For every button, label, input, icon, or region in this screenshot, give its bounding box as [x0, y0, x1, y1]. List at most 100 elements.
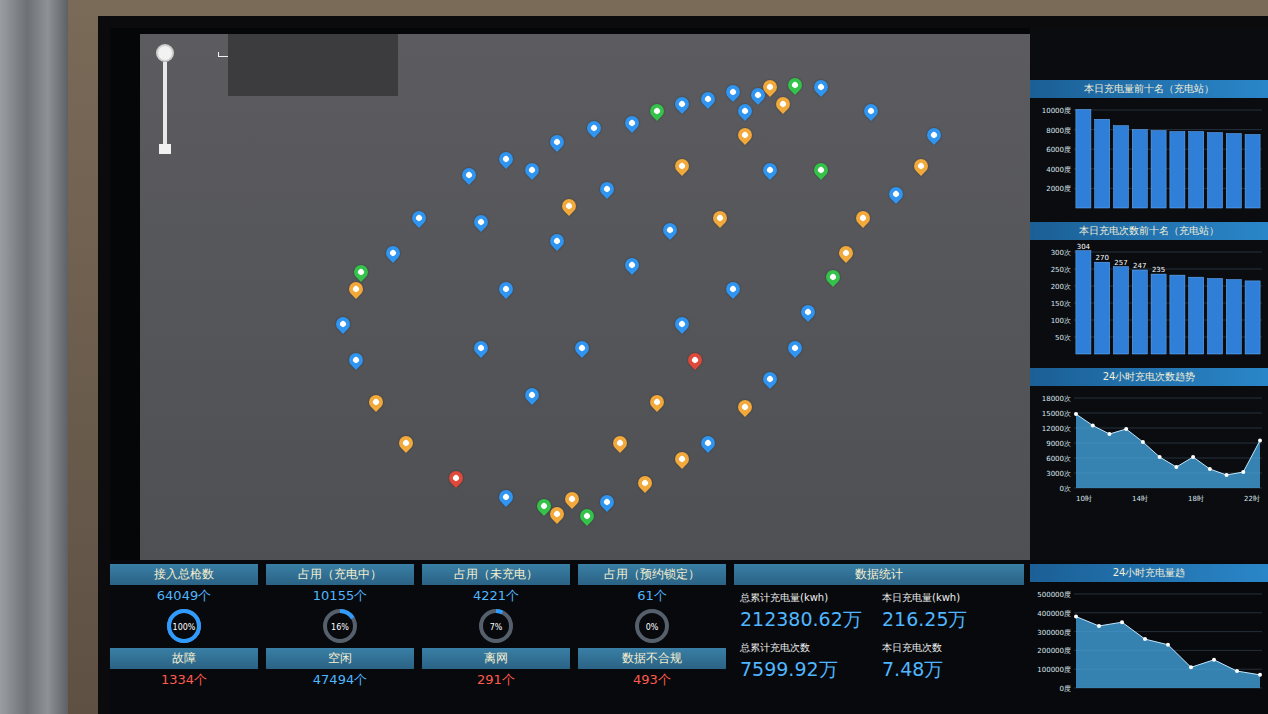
- chart-bar[interactable]: [1132, 270, 1147, 354]
- chart-point[interactable]: [1107, 432, 1111, 436]
- map-pin[interactable]: [562, 489, 582, 509]
- chart-point[interactable]: [1241, 470, 1245, 474]
- map-pin[interactable]: [773, 94, 793, 114]
- map-pin[interactable]: [522, 385, 542, 405]
- chart-bar[interactable]: [1076, 109, 1091, 208]
- chart-point[interactable]: [1091, 424, 1095, 428]
- chart-bar[interactable]: [1151, 274, 1166, 354]
- chart-point[interactable]: [1174, 465, 1178, 469]
- zoom-track[interactable]: [163, 62, 167, 144]
- chart-bar[interactable]: [1132, 130, 1147, 208]
- map-pin[interactable]: [660, 220, 680, 240]
- map[interactable]: [140, 34, 1030, 560]
- map-pin[interactable]: [811, 160, 831, 180]
- map-pin[interactable]: [559, 196, 579, 216]
- map-pin[interactable]: [446, 468, 466, 488]
- chart-point[interactable]: [1143, 637, 1147, 641]
- zoom-reset-icon[interactable]: [159, 144, 171, 154]
- chart-bar[interactable]: [1170, 132, 1185, 208]
- map-pin[interactable]: [710, 208, 730, 228]
- map-pin[interactable]: [672, 156, 692, 176]
- map-pin[interactable]: [735, 101, 755, 121]
- map-pin[interactable]: [735, 397, 755, 417]
- map-pin[interactable]: [723, 279, 743, 299]
- map-pin[interactable]: [597, 492, 617, 512]
- map-pin[interactable]: [672, 449, 692, 469]
- map-pin[interactable]: [497, 279, 517, 299]
- chart-point[interactable]: [1208, 467, 1212, 471]
- map-pin[interactable]: [497, 487, 517, 507]
- chart-point[interactable]: [1258, 673, 1262, 677]
- map-pin[interactable]: [409, 208, 429, 228]
- chart-point[interactable]: [1191, 455, 1195, 459]
- chart-point[interactable]: [1124, 427, 1128, 431]
- map-pin[interactable]: [698, 89, 718, 109]
- map-pin[interactable]: [685, 350, 705, 370]
- map-pin[interactable]: [577, 506, 597, 526]
- chart-bar[interactable]: [1095, 119, 1110, 208]
- chart-bar[interactable]: [1076, 251, 1091, 354]
- map-pin[interactable]: [459, 165, 479, 185]
- map-pin[interactable]: [861, 101, 881, 121]
- zoom-slider[interactable]: [154, 44, 176, 154]
- map-pin[interactable]: [836, 243, 856, 263]
- chart-point[interactable]: [1225, 473, 1229, 477]
- chart-bar[interactable]: [1113, 126, 1128, 208]
- map-pin[interactable]: [647, 101, 667, 121]
- map-pin[interactable]: [924, 125, 944, 145]
- map-pin[interactable]: [366, 392, 386, 412]
- map-pin[interactable]: [471, 338, 491, 358]
- chart-bar[interactable]: [1189, 132, 1204, 208]
- chart-bar[interactable]: [1245, 281, 1260, 354]
- chart-point[interactable]: [1212, 658, 1216, 662]
- map-pin[interactable]: [911, 156, 931, 176]
- map-pin[interactable]: [333, 314, 353, 334]
- chart-point[interactable]: [1074, 412, 1078, 416]
- chart-point[interactable]: [1189, 665, 1193, 669]
- map-pin[interactable]: [798, 302, 818, 322]
- map-pin[interactable]: [622, 255, 642, 275]
- map-pin[interactable]: [886, 184, 906, 204]
- map-pin[interactable]: [346, 279, 366, 299]
- chart-point[interactable]: [1141, 440, 1145, 444]
- map-pin[interactable]: [351, 262, 371, 282]
- map-pin[interactable]: [760, 369, 780, 389]
- chart-bar[interactable]: [1113, 267, 1128, 354]
- chart-bar[interactable]: [1207, 279, 1222, 354]
- map-pin[interactable]: [723, 82, 743, 102]
- zoom-knob-icon[interactable]: [156, 44, 174, 62]
- map-pin[interactable]: [610, 433, 630, 453]
- chart-point[interactable]: [1074, 615, 1078, 619]
- chart-point[interactable]: [1166, 643, 1170, 647]
- chart-point[interactable]: [1158, 455, 1162, 459]
- chart-bar[interactable]: [1245, 135, 1260, 209]
- map-pin[interactable]: [672, 94, 692, 114]
- map-pin[interactable]: [811, 78, 831, 98]
- map-pin[interactable]: [635, 473, 655, 493]
- chart-bar[interactable]: [1151, 131, 1166, 208]
- map-pin[interactable]: [647, 392, 667, 412]
- map-pin[interactable]: [471, 213, 491, 233]
- chart-point[interactable]: [1097, 624, 1101, 628]
- chart-bar[interactable]: [1207, 133, 1222, 208]
- chart-bar[interactable]: [1226, 280, 1241, 354]
- map-pin[interactable]: [396, 433, 416, 453]
- chart-point[interactable]: [1120, 620, 1124, 624]
- map-pin[interactable]: [597, 179, 617, 199]
- map-pin[interactable]: [786, 338, 806, 358]
- map-pin[interactable]: [547, 132, 567, 152]
- map-pin[interactable]: [760, 160, 780, 180]
- map-pin[interactable]: [346, 350, 366, 370]
- map-pin[interactable]: [572, 338, 592, 358]
- map-pin[interactable]: [522, 160, 542, 180]
- map-pin[interactable]: [698, 433, 718, 453]
- chart-point[interactable]: [1235, 669, 1239, 673]
- map-pin[interactable]: [823, 267, 843, 287]
- map-pin[interactable]: [786, 75, 806, 95]
- map-pin[interactable]: [383, 243, 403, 263]
- map-pin[interactable]: [672, 314, 692, 334]
- map-pin[interactable]: [853, 208, 873, 228]
- map-pin[interactable]: [622, 113, 642, 133]
- map-pin[interactable]: [735, 125, 755, 145]
- chart-point[interactable]: [1258, 439, 1262, 443]
